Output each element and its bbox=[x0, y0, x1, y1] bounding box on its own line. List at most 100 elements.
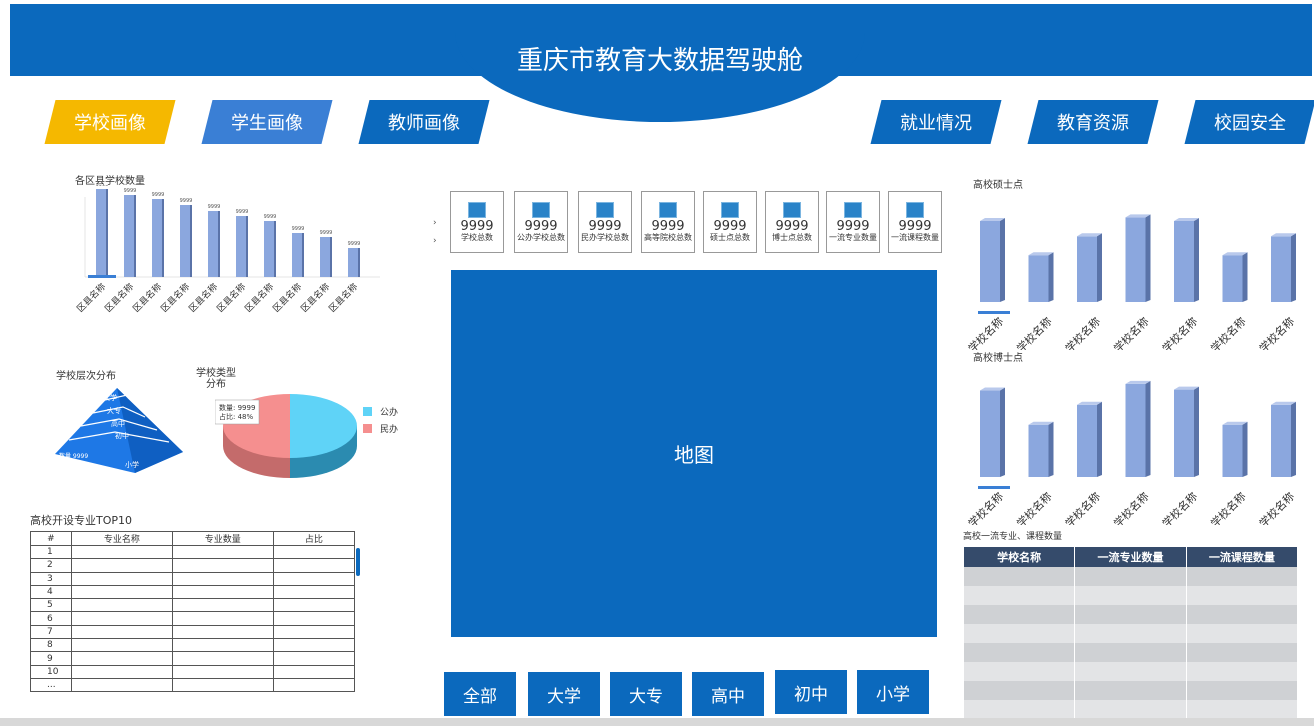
doctor_chart-bar-side bbox=[1097, 401, 1102, 477]
doctor_chart-bar[interactable] bbox=[980, 390, 1000, 477]
doctor_chart-bar[interactable] bbox=[1174, 389, 1194, 477]
stat-card[interactable]: 9999 民办学校总数 bbox=[578, 191, 632, 253]
tab-school-profile[interactable]: 学校画像 bbox=[44, 100, 176, 144]
stat-label: 公办学校总数 bbox=[517, 233, 565, 242]
column-header: 占比 bbox=[272, 531, 356, 546]
district-bar[interactable] bbox=[208, 211, 218, 277]
table-row[interactable]: 5 bbox=[30, 598, 356, 613]
tab-student-profile[interactable]: 学生画像 bbox=[201, 100, 333, 144]
level-layer-label: 大专 bbox=[107, 406, 121, 415]
stat-label: 一流专业数量 bbox=[829, 233, 877, 242]
image-icon bbox=[721, 202, 739, 218]
table-row[interactable] bbox=[964, 567, 1299, 586]
map-area[interactable]: 地图 bbox=[451, 270, 937, 637]
table-row[interactable]: 3 bbox=[30, 571, 356, 586]
doctor_chart-bar[interactable] bbox=[1271, 404, 1291, 477]
legend-swatch-minban bbox=[363, 424, 372, 433]
table-row[interactable]: 4 bbox=[30, 584, 356, 600]
stat-card[interactable]: 9999 公办学校总数 bbox=[514, 191, 568, 253]
filter-primary-button[interactable]: 小学 bbox=[857, 670, 929, 714]
image-icon bbox=[783, 202, 801, 218]
master_chart-scroll-thumb[interactable] bbox=[978, 311, 1010, 314]
table-row[interactable] bbox=[964, 681, 1299, 700]
carousel-arrow-icon[interactable]: › bbox=[433, 218, 437, 228]
master_chart-bar-side bbox=[1145, 214, 1151, 302]
master_chart-bar[interactable] bbox=[1174, 221, 1194, 302]
top10-scrollbar[interactable] bbox=[356, 548, 360, 576]
stat-value: 9999 bbox=[524, 219, 558, 234]
master_chart-bar[interactable] bbox=[980, 221, 1000, 302]
master-chart-title: 高校硕士点 bbox=[973, 180, 1023, 191]
doctor-chart-title: 高校博士点 bbox=[973, 353, 1023, 364]
master-chart: 学校名称 学校名称 学校名称 学校名称 学校名称 学校名称 学校名称 bbox=[965, 214, 1297, 350]
table-row[interactable]: ... bbox=[30, 677, 356, 693]
doctor_chart-scroll-thumb[interactable] bbox=[978, 486, 1010, 489]
row-index: 5 bbox=[30, 598, 72, 613]
table-row[interactable]: 8 bbox=[30, 638, 356, 653]
doctor_chart-bar[interactable] bbox=[1222, 424, 1243, 477]
stat-card[interactable]: 9999 一流课程数量 bbox=[888, 191, 942, 253]
master_chart-bar[interactable] bbox=[1028, 255, 1049, 302]
table-row[interactable] bbox=[964, 586, 1299, 605]
top10-table-wrap: # 专业名称 专业数量 占比 1 2 3 4 5 6 7 8 9 10... bbox=[30, 531, 356, 693]
doctor_chart-tick-label: 学校名称 bbox=[1111, 489, 1152, 525]
page-horizontal-scrollbar[interactable] bbox=[0, 718, 1314, 726]
doctor_chart-tick-label: 学校名称 bbox=[1256, 489, 1297, 525]
table-row[interactable]: 10 bbox=[30, 664, 356, 679]
master_chart-bar[interactable] bbox=[1222, 255, 1243, 302]
column-header: 一流专业数量 bbox=[1074, 547, 1187, 567]
row-index: 6 bbox=[30, 611, 72, 626]
doctor_chart-bar-side bbox=[1145, 380, 1151, 477]
district-bar[interactable] bbox=[292, 233, 302, 277]
master_chart-bar[interactable] bbox=[1125, 217, 1146, 302]
first-class-title: 高校一流专业、课程数量 bbox=[963, 532, 1063, 542]
district-bar[interactable] bbox=[124, 195, 134, 277]
district-chart-scroll-thumb[interactable] bbox=[88, 275, 116, 278]
district-bar[interactable] bbox=[180, 205, 190, 277]
district-bar-label: 9999 bbox=[124, 188, 137, 194]
doctor_chart-bar[interactable] bbox=[1028, 424, 1049, 477]
filter-college-button[interactable]: 大专 bbox=[610, 672, 682, 716]
stat-card[interactable]: 9999 一流专业数量 bbox=[826, 191, 880, 253]
district-bar[interactable] bbox=[348, 248, 358, 277]
district-bar-side bbox=[302, 233, 304, 277]
tab-teacher-profile[interactable]: 教师画像 bbox=[358, 100, 490, 144]
filter-highschool-button[interactable]: 高中 bbox=[692, 672, 764, 716]
stat-card[interactable]: 9999 博士点总数 bbox=[765, 191, 819, 253]
tab-campus-safety[interactable]: 校园安全 bbox=[1184, 100, 1314, 144]
stat-card[interactable]: 9999 硕士点总数 bbox=[703, 191, 757, 253]
master_chart-bar[interactable] bbox=[1271, 236, 1291, 302]
image-icon bbox=[906, 202, 924, 218]
district-bar[interactable] bbox=[264, 221, 274, 277]
master_chart-bar[interactable] bbox=[1077, 236, 1097, 302]
filter-middleschool-button[interactable]: 初中 bbox=[775, 670, 847, 714]
doctor_chart-bar[interactable] bbox=[1125, 383, 1146, 477]
district-bar[interactable] bbox=[320, 237, 330, 277]
doctor_chart-bar-side bbox=[1048, 421, 1054, 477]
table-row[interactable] bbox=[964, 700, 1299, 719]
table-row[interactable]: 7 bbox=[30, 624, 356, 640]
table-row[interactable]: 6 bbox=[30, 611, 356, 626]
district-bar[interactable] bbox=[96, 189, 106, 277]
table-row[interactable]: 9 bbox=[30, 651, 356, 666]
tab-education-resources[interactable]: 教育资源 bbox=[1027, 100, 1159, 144]
table-row[interactable] bbox=[964, 643, 1299, 662]
table-row[interactable]: 1 bbox=[30, 544, 356, 560]
stat-card[interactable]: 9999 高等院校总数 bbox=[641, 191, 695, 253]
district-tick-label: 区县名称 bbox=[214, 281, 248, 315]
table-row[interactable] bbox=[964, 624, 1299, 643]
tab-employment[interactable]: 就业情况 bbox=[870, 100, 1002, 144]
master_chart-bar-side bbox=[1242, 252, 1248, 302]
pie-tooltip-count: 数量: 9999 bbox=[219, 403, 255, 412]
table-row[interactable] bbox=[964, 605, 1299, 624]
table-row[interactable] bbox=[964, 662, 1299, 681]
column-header: 专业数量 bbox=[171, 531, 274, 546]
stat-card[interactable]: 9999 学校总数 bbox=[450, 191, 504, 253]
district-bar[interactable] bbox=[236, 216, 246, 277]
table-row[interactable]: 2 bbox=[30, 558, 356, 573]
district-bar[interactable] bbox=[152, 199, 162, 277]
filter-university-button[interactable]: 大学 bbox=[528, 672, 600, 716]
doctor_chart-bar[interactable] bbox=[1077, 404, 1097, 477]
filter-all-button[interactable]: 全部 bbox=[444, 672, 516, 716]
carousel-arrow-icon[interactable]: › bbox=[433, 236, 437, 246]
